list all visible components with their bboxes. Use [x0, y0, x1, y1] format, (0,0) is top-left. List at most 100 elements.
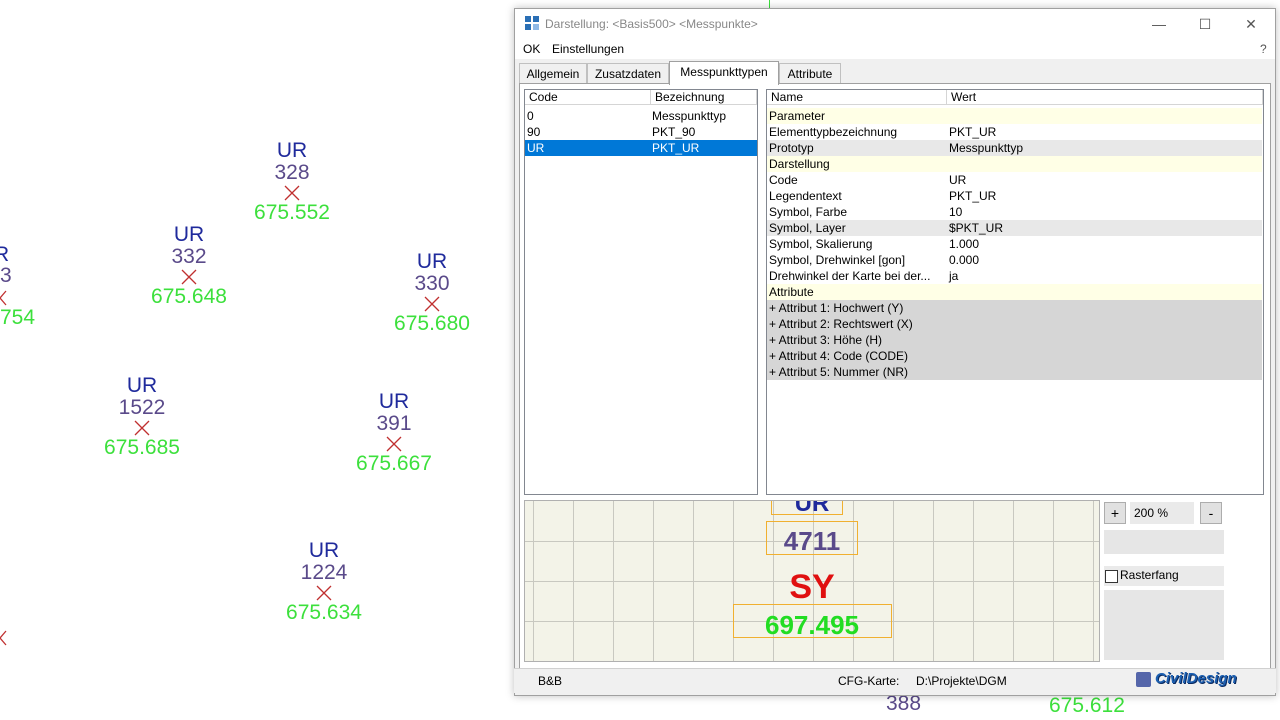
property-category[interactable]: Parameter	[767, 108, 1262, 124]
point-elevation: 675.680	[394, 312, 470, 335]
canvas-line	[769, 0, 770, 8]
tab-attribute[interactable]: Attribute	[779, 63, 841, 84]
column-header-name[interactable]: Bezeichnung	[651, 90, 757, 105]
item-name: PKT_UR	[652, 141, 700, 155]
property-category[interactable]: Darstellung	[767, 156, 1262, 172]
survey-point[interactable]: UR 332 675.648	[109, 224, 269, 308]
point-number: 1522	[118, 396, 166, 419]
zoom-in-button[interactable]: +	[1104, 502, 1126, 524]
property-name: Attribute	[769, 285, 814, 299]
rasterfang-label: Rasterfang	[1120, 568, 1179, 582]
menu-settings[interactable]: Einstellungen	[552, 42, 624, 56]
property-row[interactable]: + Attribut 3: Höhe (H)	[767, 332, 1262, 348]
property-row[interactable]: + Attribut 4: Code (CODE)	[767, 348, 1262, 364]
property-name: Prototyp	[769, 141, 814, 155]
point-marker-icon	[352, 295, 512, 313]
point-code: UR	[276, 139, 308, 162]
zoom-level-field[interactable]: 200 %	[1130, 502, 1194, 524]
close-button[interactable]: ✕	[1231, 13, 1271, 35]
property-value: UR	[949, 173, 967, 187]
property-name: Symbol, Layer	[769, 221, 846, 235]
point-elevation: 675.612	[1049, 694, 1125, 717]
survey-point-partial[interactable]: R 3 754	[0, 243, 40, 333]
status-left: B&B	[538, 674, 563, 688]
column-header-value[interactable]: Wert	[947, 90, 1263, 105]
symbol-preview[interactable]: UR 4711 SY 697.495	[524, 500, 1100, 662]
point-marker-icon	[0, 290, 7, 306]
window-title: Darstellung: <Basis500> <Messpunkte>	[545, 17, 758, 31]
property-value: ja	[949, 269, 959, 283]
property-row[interactable]: Prototyp Messpunkttyp	[767, 140, 1262, 156]
menu-ok[interactable]: OK	[523, 42, 540, 56]
property-value: PKT_UR	[949, 125, 997, 139]
survey-point[interactable]: UR 328 675.552	[212, 140, 372, 224]
item-name: Messpunkttyp	[652, 109, 727, 123]
property-row[interactable]: Legendentext PKT_UR	[767, 188, 1262, 204]
property-row[interactable]: + Attribut 2: Rechtswert (X)	[767, 316, 1262, 332]
property-grid[interactable]: Name Wert Parameter Elementtypbezeichnung…	[766, 89, 1264, 495]
minimize-button[interactable]: —	[1139, 13, 1179, 35]
point-number: 332	[171, 245, 207, 268]
list-item-selected[interactable]: UR PKT_UR	[525, 140, 757, 156]
maximize-button[interactable]: ☐	[1185, 13, 1225, 35]
list-item[interactable]: 90 PKT_90	[525, 124, 757, 140]
property-row[interactable]: Elementtypbezeichnung PKT_UR	[767, 124, 1262, 140]
rasterfang-checkbox[interactable]: Rasterfang	[1104, 566, 1224, 586]
tab-zusatzdaten[interactable]: Zusatzdaten	[587, 63, 669, 84]
menu-bar: OK Einstellungen ?	[515, 39, 1275, 59]
item-code: 90	[527, 125, 541, 139]
status-cfg-label: CFG-Karte:	[838, 674, 900, 688]
title-bar[interactable]: Darstellung: <Basis500> <Messpunkte> — ☐…	[515, 9, 1275, 39]
list-item[interactable]: 0 Messpunkttyp	[525, 108, 757, 124]
survey-point[interactable]: UR 391 675.667	[314, 391, 474, 475]
type-list[interactable]: Code Bezeichnung 0 Messpunkttyp 90 PKT_9…	[524, 89, 758, 495]
point-code: UR	[308, 539, 340, 562]
property-value: PKT_UR	[949, 189, 997, 203]
property-row[interactable]: Symbol, Skalierung 1.000	[767, 236, 1262, 252]
item-code: 0	[527, 109, 534, 123]
point-code: UR	[416, 250, 448, 273]
property-name: Symbol, Skalierung	[769, 237, 873, 251]
status-cfg-path: D:\Projekte\DGM	[916, 674, 1007, 688]
point-number: 1224	[300, 561, 348, 584]
property-name: Drehwinkel der Karte bei der...	[769, 269, 931, 283]
point-marker-icon	[109, 268, 269, 286]
checkbox-box[interactable]	[1105, 570, 1118, 583]
property-name: + Attribut 2: Rechtswert (X)	[769, 317, 913, 331]
property-row[interactable]: + Attribut 5: Nummer (NR)	[767, 364, 1262, 380]
point-marker-icon	[62, 419, 222, 437]
point-code: UR	[126, 374, 158, 397]
app-icon	[525, 16, 539, 30]
point-elevation: 675.667	[356, 452, 432, 475]
property-value: 10	[949, 205, 963, 219]
property-row[interactable]: Symbol, Layer $PKT_UR	[767, 220, 1262, 236]
point-number: 328	[274, 161, 310, 184]
property-row[interactable]: + Attribut 1: Hochwert (Y)	[767, 300, 1262, 316]
item-name: PKT_90	[652, 125, 696, 139]
property-row[interactable]: Symbol, Farbe 10	[767, 204, 1262, 220]
point-number: 330	[414, 272, 450, 295]
property-row[interactable]: Symbol, Drehwinkel [gon] 0.000	[767, 252, 1262, 268]
property-row[interactable]: Code UR	[767, 172, 1262, 188]
tab-messpunkttypen[interactable]: Messpunkttypen	[669, 61, 779, 85]
empty-panel	[1104, 590, 1224, 660]
point-code: UR	[378, 390, 410, 413]
property-name: Legendentext	[769, 189, 842, 203]
survey-point[interactable]: UR 1224 675.634	[244, 540, 404, 624]
column-header-code[interactable]: Code	[525, 90, 651, 105]
menu-help[interactable]: ?	[1260, 42, 1267, 56]
tab-allgemein[interactable]: Allgemein	[519, 63, 587, 84]
preview-elevation: 697.495	[765, 610, 859, 640]
property-row[interactable]: Drehwinkel der Karte bei der... ja	[767, 268, 1262, 284]
survey-point[interactable]: UR 330 675.680	[352, 251, 512, 335]
point-marker-icon	[314, 435, 474, 453]
property-name: Code	[769, 173, 798, 187]
survey-point[interactable]: UR 1522 675.685	[62, 375, 222, 459]
property-name: Parameter	[769, 109, 826, 123]
column-header-name[interactable]: Name	[767, 90, 947, 105]
zoom-out-button[interactable]: -	[1200, 502, 1222, 524]
item-code: UR	[527, 141, 545, 155]
property-name: + Attribut 3: Höhe (H)	[769, 333, 883, 347]
property-category[interactable]: Attribute	[767, 284, 1262, 300]
empty-field	[1104, 530, 1224, 554]
